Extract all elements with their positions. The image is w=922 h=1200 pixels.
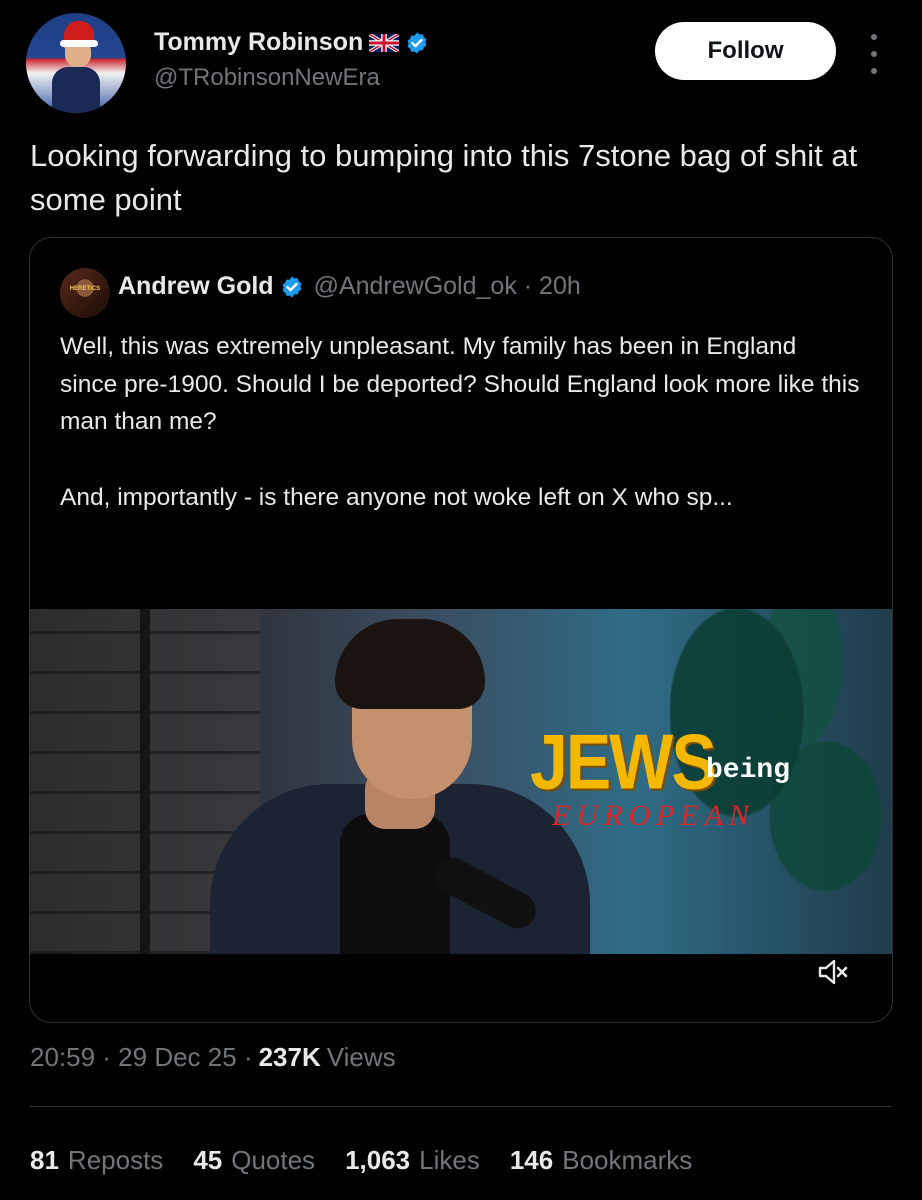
- quotes-stat[interactable]: 45 Quotes: [193, 1145, 315, 1176]
- quoted-author-avatar[interactable]: HERETICS: [60, 268, 110, 318]
- avatar-santa-hat: [60, 21, 98, 47]
- bookmarks-count: 146: [509, 1145, 554, 1175]
- quoted-tweet-text: Well, this was extremely unpleasant. My …: [60, 328, 860, 516]
- verified-badge-icon: [280, 275, 304, 299]
- divider: [30, 1106, 892, 1107]
- quoted-text-paragraph-1: Well, this was extremely unpleasant. My …: [60, 333, 860, 435]
- volume-muted-icon[interactable]: [817, 958, 849, 986]
- quoted-text-paragraph-2: And, importantly - is there anyone not w…: [60, 483, 733, 511]
- verified-badge-icon: [405, 31, 429, 55]
- bookmarks-label: Bookmarks: [562, 1145, 693, 1175]
- tweet-text: Looking forwarding to bumping into this …: [30, 138, 858, 217]
- quoted-tweet-card[interactable]: HERETICS Andrew Gold @AndrewGold_ok · 20…: [29, 237, 893, 1023]
- tweet-meta: 20:59 · 29 Dec 25 · 237K Views: [30, 1042, 396, 1073]
- bookmarks-stat[interactable]: 146 Bookmarks: [510, 1145, 692, 1176]
- video-title-main: JEWS: [530, 718, 717, 806]
- views-label: Views: [326, 1042, 396, 1072]
- likes-stat[interactable]: 1,063 Likes: [345, 1145, 480, 1176]
- video-person-hair: [335, 619, 485, 709]
- author-handle[interactable]: @TRobinsonNewEra: [154, 64, 380, 92]
- video-person-shirt: [340, 814, 450, 954]
- quoted-header: Andrew Gold @AndrewGold_ok · 20h: [118, 272, 581, 301]
- views-count: 237K: [258, 1042, 321, 1072]
- likes-label: Likes: [419, 1145, 480, 1175]
- follow-button[interactable]: Follow: [655, 22, 836, 80]
- quoted-video-player[interactable]: JEWS being EUROPEAN: [30, 609, 892, 954]
- likes-count: 1,063: [345, 1145, 411, 1175]
- engagement-stats: 81 Reposts 45 Quotes 1,063 Likes 146 Boo…: [30, 1145, 692, 1176]
- uk-flag-icon: [368, 31, 401, 54]
- video-title-being: being: [706, 755, 791, 786]
- quotes-count: 45: [193, 1145, 223, 1175]
- quoted-avatar-logo-text: HERETICS: [69, 286, 101, 292]
- avatar-shirt: [52, 67, 100, 113]
- tweet-timestamp[interactable]: 20:59 · 29 Dec 25 ·: [30, 1042, 253, 1073]
- author-avatar[interactable]: [26, 13, 126, 113]
- quotes-label: Quotes: [231, 1145, 316, 1175]
- author-display-name[interactable]: Tommy Robinson: [154, 28, 363, 57]
- quoted-display-name[interactable]: Andrew Gold: [118, 272, 274, 301]
- reposts-count: 81: [30, 1145, 59, 1175]
- video-title-sub: EUROPEAN: [552, 799, 755, 832]
- quoted-handle-time: @AndrewGold_ok · 20h: [313, 272, 581, 300]
- reposts-stat[interactable]: 81 Reposts: [30, 1145, 163, 1176]
- more-options-icon[interactable]: [864, 34, 884, 74]
- video-shelf: [140, 609, 150, 954]
- author-name-row[interactable]: Tommy Robinson: [154, 28, 429, 57]
- reposts-label: Reposts: [67, 1145, 164, 1175]
